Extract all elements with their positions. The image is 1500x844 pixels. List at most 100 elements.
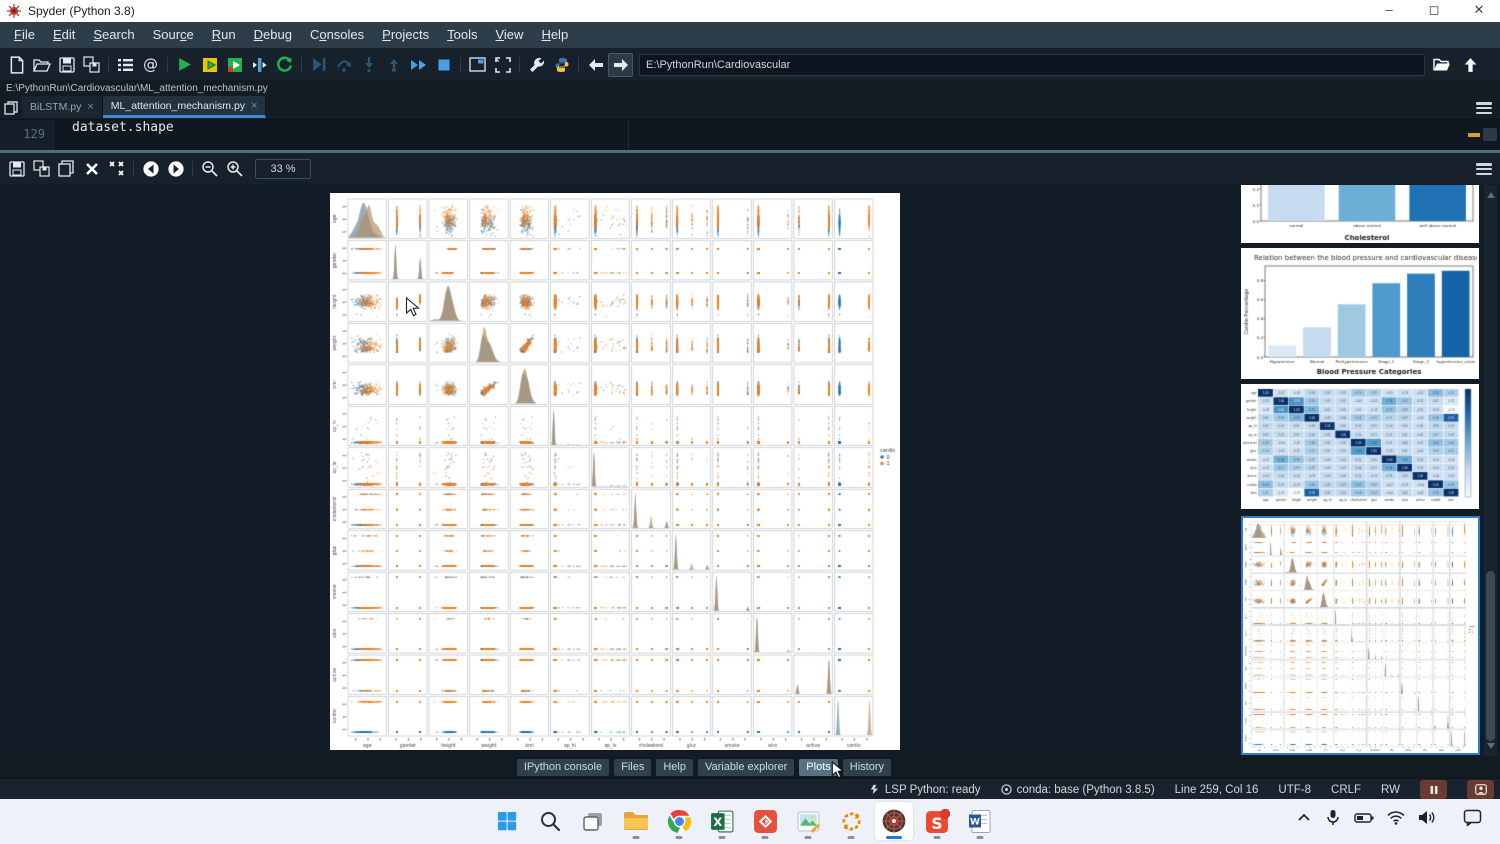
- tray-volume-icon[interactable]: [1418, 810, 1436, 830]
- pane-tab-ipython-console[interactable]: IPython console: [517, 759, 609, 776]
- tab-close-icon[interactable]: ×: [251, 100, 257, 112]
- eol-status: CRLF: [1331, 784, 1361, 796]
- interpreter-status[interactable]: conda: base (Python 3.8.5): [1001, 784, 1155, 796]
- debug-step-out-icon[interactable]: [381, 53, 406, 77]
- thumbnail-pairplot-selected[interactable]: [1241, 516, 1480, 755]
- working-directory-input[interactable]: E:\PythonRun\Cardiovascular: [639, 54, 1425, 76]
- menu-file[interactable]: File: [5, 22, 44, 48]
- taskbar-sunlogin-icon[interactable]: S: [918, 802, 956, 840]
- pane-tab-plots[interactable]: Plots: [799, 759, 837, 776]
- next-plot-icon[interactable]: [163, 157, 188, 181]
- save-plot-icon[interactable]: [4, 157, 29, 181]
- scroll-up-icon[interactable]: [1487, 192, 1495, 198]
- browse-tabs-icon[interactable]: [0, 97, 22, 119]
- menu-search[interactable]: Search: [84, 22, 143, 48]
- editor-tab-bilstm-py[interactable]: BiLSTM.py×: [22, 96, 103, 118]
- menu-source[interactable]: Source: [144, 22, 203, 48]
- menu-help[interactable]: Help: [532, 22, 577, 48]
- recorder-pause-button[interactable]: [1420, 780, 1447, 799]
- taskbar-task-view-icon[interactable]: [574, 802, 612, 840]
- thumbnail-correlation-heatmap[interactable]: [1241, 384, 1479, 509]
- menu-view[interactable]: View: [486, 22, 532, 48]
- thumbnails-scrollbar[interactable]: [1484, 185, 1497, 756]
- scrollbar-thumb[interactable]: [1486, 571, 1495, 741]
- menu-tools[interactable]: Tools: [438, 22, 486, 48]
- debug-stop-icon[interactable]: [431, 53, 456, 77]
- new-file-icon[interactable]: [4, 53, 29, 77]
- menu-consoles[interactable]: Consoles: [301, 22, 373, 48]
- previous-plot-icon[interactable]: [138, 157, 163, 181]
- tray-battery-icon[interactable]: [1354, 811, 1374, 830]
- taskbar-spyder-icon[interactable]: [875, 802, 913, 840]
- copy-plot-icon[interactable]: [54, 157, 79, 181]
- editor-tab-ml_attention_mechanism-py[interactable]: ML_attention_mechanism.py×: [103, 96, 267, 118]
- taskbar-image-viewer-icon[interactable]: [789, 802, 827, 840]
- menu-edit[interactable]: Edit: [44, 22, 84, 48]
- preferences-icon[interactable]: [524, 53, 549, 77]
- taskbar-meeting-icon[interactable]: [746, 802, 784, 840]
- taskbar-word-icon[interactable]: W: [961, 802, 999, 840]
- save-icon[interactable]: [54, 53, 79, 77]
- run-cell-advance-icon[interactable]: [222, 53, 247, 77]
- fullscreen-icon[interactable]: [490, 53, 515, 77]
- close-button[interactable]: ✕: [1462, 0, 1496, 22]
- tray-chat-icon[interactable]: [1463, 809, 1482, 831]
- taskbar-sync-icon[interactable]: [832, 802, 870, 840]
- forward-icon[interactable]: [608, 53, 633, 77]
- conda-icon: [1001, 784, 1012, 795]
- menu-debug[interactable]: Debug: [245, 22, 301, 48]
- taskbar-excel-icon[interactable]: X: [703, 802, 741, 840]
- pythonpath-icon[interactable]: [549, 53, 574, 77]
- zoom-in-icon[interactable]: [222, 157, 247, 181]
- run-selection-icon[interactable]: [247, 53, 272, 77]
- menu-projects[interactable]: Projects: [373, 22, 438, 48]
- debug-continue-icon[interactable]: [306, 53, 331, 77]
- back-icon[interactable]: [583, 53, 608, 77]
- taskbar-file-explorer-icon[interactable]: [617, 802, 655, 840]
- editor-scroll-widget[interactable]: [1483, 128, 1497, 141]
- pane-tab-variable-explorer[interactable]: Variable explorer: [698, 759, 794, 776]
- windows-taskbar: X SW: [0, 799, 1500, 844]
- close-all-plots-icon[interactable]: [104, 157, 129, 181]
- thumbnail-bloodpressure-chart[interactable]: [1241, 248, 1479, 379]
- run-file-icon[interactable]: [172, 53, 197, 77]
- run-cell-icon[interactable]: [197, 53, 222, 77]
- tab-close-icon[interactable]: ×: [87, 101, 93, 113]
- taskbar-chrome-icon[interactable]: [660, 802, 698, 840]
- plot-zoom-level[interactable]: 33 %: [255, 159, 311, 179]
- debug-fast-forward-icon[interactable]: [406, 53, 431, 77]
- parent-dir-icon[interactable]: [1458, 53, 1483, 77]
- taskbar-start-icon[interactable]: [488, 802, 526, 840]
- find-symbols-icon[interactable]: @: [138, 53, 163, 77]
- recorder-camera-button[interactable]: [1467, 780, 1494, 799]
- save-all-icon[interactable]: [79, 53, 104, 77]
- scroll-down-icon[interactable]: [1487, 743, 1495, 749]
- zoom-out-icon[interactable]: [197, 157, 222, 181]
- tray-wifi-icon[interactable]: [1387, 811, 1405, 830]
- lsp-status: LSP Python: ready: [869, 784, 981, 796]
- code-line[interactable]: dataset.shape: [72, 120, 174, 150]
- close-plot-icon[interactable]: [79, 157, 104, 181]
- pane-tab-help[interactable]: Help: [656, 759, 693, 776]
- pane-tab-files[interactable]: Files: [614, 759, 651, 776]
- debug-step-into-icon[interactable]: [356, 53, 381, 77]
- editor-options-menu[interactable]: [1476, 102, 1492, 114]
- pairplot-figure[interactable]: [330, 193, 900, 750]
- pane-tab-history[interactable]: History: [843, 759, 891, 776]
- tray-tray-expand-icon[interactable]: [1296, 810, 1312, 831]
- tray-microphone-icon[interactable]: [1325, 809, 1341, 831]
- open-dir-icon[interactable]: [1429, 53, 1454, 77]
- open-file-icon[interactable]: [29, 53, 54, 77]
- plots-options-menu[interactable]: [1476, 163, 1492, 175]
- minimize-button[interactable]: –: [1372, 0, 1406, 22]
- debug-step-over-icon[interactable]: [331, 53, 356, 77]
- editor-pane[interactable]: 129 dataset.shape: [0, 120, 1500, 150]
- save-all-plots-icon[interactable]: [29, 157, 54, 181]
- rerun-cell-icon[interactable]: [272, 53, 297, 77]
- thumbnail-cholesterol-chart[interactable]: [1241, 185, 1479, 243]
- maximize-pane-icon[interactable]: [465, 53, 490, 77]
- outline-icon[interactable]: [113, 53, 138, 77]
- menu-run[interactable]: Run: [203, 22, 245, 48]
- taskbar-search-icon[interactable]: [531, 802, 569, 840]
- maximize-button[interactable]: ◻: [1417, 0, 1451, 22]
